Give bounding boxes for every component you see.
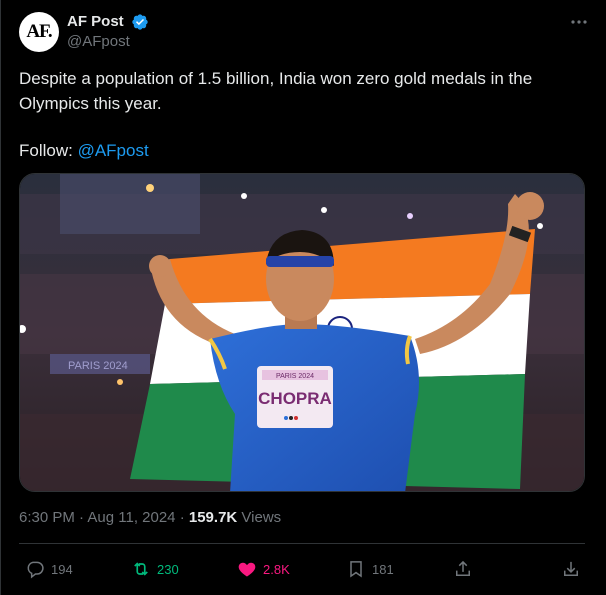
tweet-text: Despite a population of 1.5 billion, Ind… — [19, 66, 579, 163]
divider — [19, 543, 585, 544]
more-options-icon[interactable] — [569, 14, 589, 30]
tweet-time[interactable]: 6:30 PM — [19, 509, 75, 526]
tweet-text-line: Despite a population of 1.5 billion, Ind… — [19, 69, 533, 88]
like-count: 2.8K — [263, 561, 290, 577]
tweet-card: AF. AF Post @AFpost Despite a population… — [0, 0, 606, 595]
retweet-count: 230 — [157, 561, 179, 577]
tweet-media-photo[interactable]: PARIS 2024 PARIS 2024 CHOPRA — [19, 173, 585, 492]
tweet-header: AF. AF Post @AFpost — [19, 12, 589, 54]
meta-separator: · — [74, 509, 88, 526]
mention-link[interactable]: @AFpost — [78, 141, 149, 160]
bookmark-count: 181 — [372, 561, 394, 577]
retweet-icon — [134, 562, 148, 576]
follow-line: Follow: @AFpost — [19, 138, 579, 163]
retweet-button[interactable]: 230 — [131, 555, 179, 583]
download-button[interactable] — [561, 555, 587, 583]
avatar-logo-text: AF. — [26, 21, 52, 42]
handle[interactable]: @AFpost — [67, 32, 149, 52]
bookmark-icon — [350, 561, 362, 578]
like-button[interactable]: 2.8K — [237, 555, 290, 583]
bib-name-text: CHOPRA — [258, 389, 332, 408]
heart-icon — [238, 562, 256, 577]
reply-count: 194 — [51, 561, 73, 577]
tweet-text-line: Olympics this year. — [19, 94, 162, 113]
bookmark-button[interactable]: 181 — [346, 555, 394, 583]
tweet-meta: 6:30 PM · Aug 11, 2024 · 159.7K Views — [19, 508, 281, 528]
action-bar: 194 230 2.8K 181 — [19, 555, 585, 583]
verified-badge-icon — [132, 14, 148, 30]
avatar[interactable]: AF. — [19, 12, 59, 52]
athlete-flag-photo: PARIS 2024 PARIS 2024 CHOPRA — [20, 174, 584, 491]
views-label: Views — [237, 509, 282, 526]
author-names: AF Post @AFpost — [67, 12, 149, 52]
reply-button[interactable]: 194 — [25, 555, 73, 583]
display-name[interactable]: AF Post — [67, 12, 124, 32]
share-button[interactable] — [453, 555, 479, 583]
follow-label: Follow: — [19, 141, 78, 160]
download-icon — [564, 561, 578, 576]
meta-separator: · — [175, 509, 189, 526]
share-icon — [456, 560, 470, 576]
bib-event-text: PARIS 2024 — [276, 373, 314, 380]
tweet-date[interactable]: Aug 11, 2024 — [87, 509, 175, 526]
reply-icon — [27, 561, 44, 579]
views-count: 159.7K — [188, 509, 238, 526]
stadium-banner-text: PARIS 2024 — [68, 360, 128, 372]
